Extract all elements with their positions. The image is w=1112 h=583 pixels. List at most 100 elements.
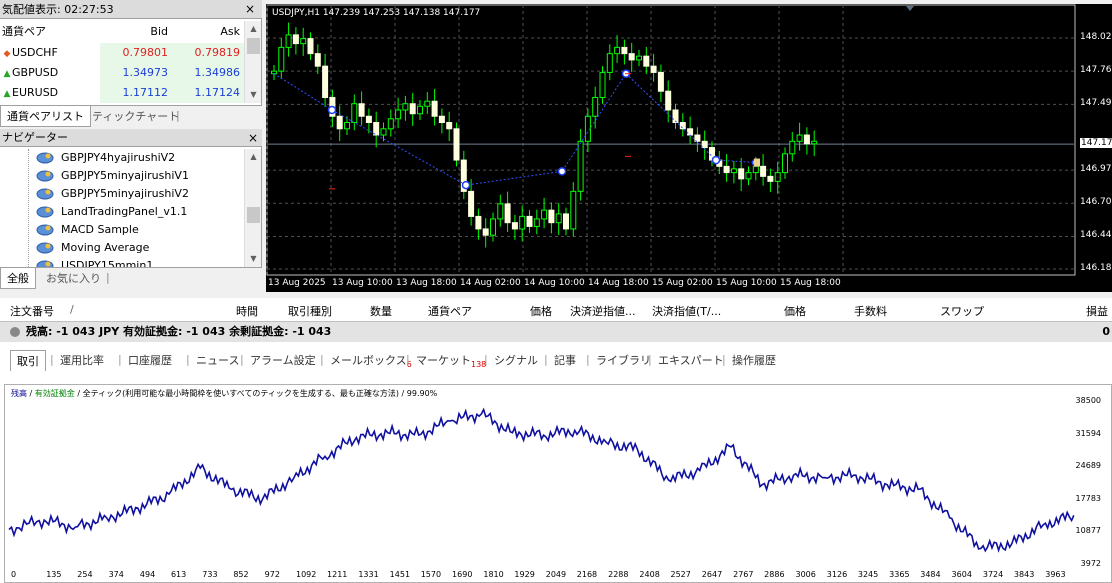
terminal-tab[interactable]: 運用比率 [54,350,110,371]
scroll-thumb[interactable] [247,207,260,223]
candle-body [278,46,285,72]
close-icon[interactable]: × [248,129,258,147]
terminal-tab[interactable]: シグナル [488,350,544,371]
terminal-tab-label: 運用比率 [60,354,104,367]
candle-body [322,65,329,98]
market-watch-row[interactable]: ◆ USDCHF 0.79801 0.79819 [0,43,244,63]
scroll-thumb[interactable] [247,38,260,54]
col-take-profit[interactable]: 決済指値(T/... [652,303,721,319]
graph-x-label: 733 [202,570,218,579]
terminal-tab[interactable]: アラーム設定 [244,350,322,371]
price-axis-label: 147.177 [1080,138,1112,149]
candle-body [687,128,694,136]
trade-marker-icon [327,105,337,115]
balance-graph-canvas [8,407,1075,553]
price-axis-label: 146.705 [1080,197,1112,208]
col-stop-loss[interactable]: 決済逆指値... [570,303,636,319]
terminal-tab-label: メールボックス [330,354,407,367]
tester-graph[interactable]: 残高 / 有効証拠金 / 全ティック(利用可能な最小時間枠を使いすべてのティック… [4,384,1112,583]
candle-body [643,55,650,67]
graph-y-label: 10877 [1075,526,1101,536]
candle-body [431,100,438,117]
terminal-tab[interactable]: 記事 [548,350,582,371]
graph-x-label: 1331 [358,570,379,579]
market-watch-row[interactable]: ▲ EURUSD 1.17112 1.17124 [0,83,244,103]
terminal-tab[interactable]: エキスパート [652,350,730,371]
market-watch-scrollbar[interactable]: ▲ ▼ [244,21,261,103]
candle-body [468,190,475,217]
balance-row[interactable]: 残高: -1 043 JPY 有効証拠金: -1 043 余剰証拠金: -1 0… [0,322,1112,342]
scroll-down-icon[interactable]: ▼ [245,87,262,103]
terminal-tab-label: シグナル [494,354,538,367]
terminal-tab[interactable]: メールボックス6 [324,350,418,371]
col-symbol[interactable]: 通貨ペア [428,303,472,319]
graph-x-label: 2527 [670,570,691,579]
terminal-tab[interactable]: 口座履歴 [122,350,178,371]
price-axis-label: 148.025 [1080,32,1112,42]
scroll-down-icon[interactable]: ▼ [245,251,262,267]
graph-x-label: 613 [170,570,187,579]
graph-x-label: 1690 [452,570,473,579]
col-price[interactable]: 価格 [530,303,552,319]
navigator-title: ナビゲーター × [0,129,262,147]
graph-x-label: 2408 [639,570,660,579]
col-swap[interactable]: スワップ [940,303,984,319]
time-axis-label: 15 Aug 10:00 [716,278,777,288]
market-watch-panel: 気配値表示: 02:27:53 × 通貨ペア Bid Ask ◆ USDCHF 0… [0,0,262,127]
time-axis-label: 13 Aug 18:00 [396,278,457,288]
market-watch-row[interactable]: ▲ GBPUSD 1.34973 1.34986 [0,63,244,83]
terminal-tab[interactable]: 操作履歴 [726,350,782,371]
candle-body [555,213,562,224]
price-chart-canvas[interactable] [266,4,1112,292]
navigator-panel: ナビゲーター × GBPJPY4hyajirushiV2 GBPJPY5minya… [0,129,262,289]
balance-profit: 0 [1102,325,1110,338]
terminal-tab[interactable]: マーケット138 [410,350,492,371]
col-commission[interactable]: 手数料 [854,303,887,319]
col-ask-header[interactable]: Ask [220,21,240,43]
market-watch-tabs: 通貨ペアリスト ティックチャート | [0,105,262,127]
orders-table-header: 注文番号 / 時間 取引種別 数量 通貨ペア 価格 決済逆指値... 決済指値(… [0,298,1112,322]
price-axis-label: 146.180 [1080,263,1112,273]
tab-common[interactable]: 全般 [0,268,36,289]
candle-body [453,128,460,161]
tab-tick-chart[interactable]: ティックチャート [86,106,185,127]
candle-body [475,215,482,230]
tab-symbols[interactable]: 通貨ペアリスト [0,106,91,127]
plot-border [266,4,1076,276]
candle-body [570,190,577,230]
terminal-tab[interactable]: 取引 [10,350,46,371]
graph-x-label: 2886 [764,570,785,579]
col-order[interactable]: 注文番号 [10,303,54,319]
terminal-tab[interactable]: ニュース [190,350,245,371]
col-profit[interactable]: 損益 [1086,303,1108,319]
col-symbol-header[interactable]: 通貨ペア [2,21,46,43]
col-bid-header[interactable]: Bid [150,21,168,43]
terminal-tabs: 取引 | 運用比率 | 口座履歴 | ニュース | アラーム設定 | メールボックス6 | マーケット1… [0,350,1112,372]
candle-body [351,103,358,124]
graph-y-label: 24689 [1075,461,1101,471]
terminal-tab[interactable]: ライブラリ [590,350,657,371]
candle-body [796,134,803,142]
sort-indicator: / [70,303,74,316]
up-arrow-icon: ▲ [3,69,11,79]
tab-favorites[interactable]: お気に入り [40,268,107,289]
graph-x-label: 1451 [389,570,411,579]
terminal-tab-label: 口座履歴 [128,354,172,367]
close-icon[interactable]: × [242,1,258,17]
col-price-current[interactable]: 価格 [784,303,806,319]
scroll-up-icon[interactable]: ▲ [245,21,262,37]
candle-body [701,140,708,149]
graph-x-label: 1092 [295,570,317,579]
graph-x-label: 3006 [795,570,816,579]
col-type[interactable]: 取引種別 [288,303,332,319]
candle-body [336,115,343,130]
col-time[interactable]: 時間 [236,303,258,319]
graph-x-label: 1929 [514,570,535,579]
bid-value: 1.17112 [122,86,169,99]
candle-body [497,203,504,220]
col-volume[interactable]: 数量 [370,303,392,319]
scroll-up-icon[interactable]: ▲ [245,149,262,165]
navigator-scrollbar[interactable]: ▲ ▼ [244,149,261,267]
price-chart[interactable]: USDJPY,H1 147.239 147.253 147.138 147.17… [266,4,1112,292]
candle-body [417,105,423,115]
